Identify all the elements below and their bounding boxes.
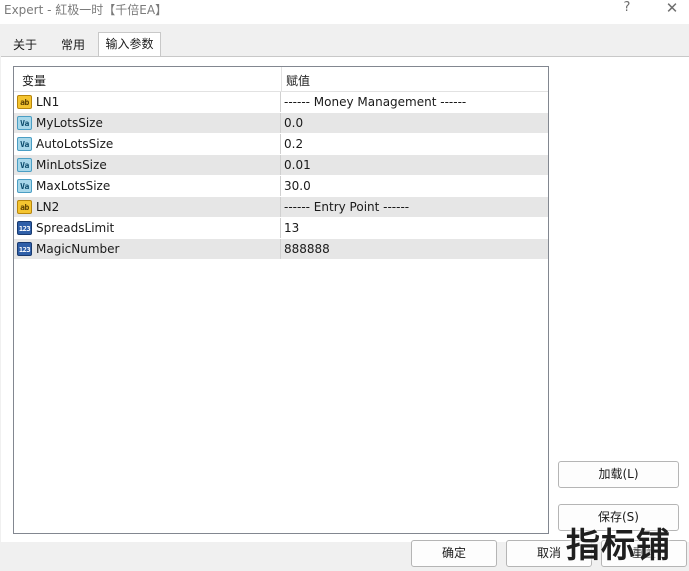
value-cell[interactable]: 0.2 xyxy=(282,134,548,154)
parameters-table: 变量 赋值 ab LN1 ------ Money Management -----… xyxy=(13,66,549,534)
string-icon: ab xyxy=(17,95,32,109)
variable-name: MinLotsSize xyxy=(36,158,107,172)
help-button[interactable]: ? xyxy=(615,0,639,18)
close-button[interactable]: ✕ xyxy=(660,0,684,18)
value-cell[interactable]: 888888 xyxy=(282,239,548,259)
variable-cell[interactable]: Va MyLotsSize xyxy=(14,113,281,133)
string-icon: ab xyxy=(17,200,32,214)
value-cell[interactable]: 0.01 xyxy=(282,155,548,175)
variable-name: MagicNumber xyxy=(36,242,120,256)
tab-common[interactable]: 常用 xyxy=(48,35,98,55)
variable-value[interactable]: ------ Money Management ------ xyxy=(284,95,466,109)
table-header: 变量 赋值 xyxy=(14,67,548,92)
variable-value[interactable]: 0.2 xyxy=(284,137,303,151)
value-cell[interactable]: 30.0 xyxy=(282,176,548,196)
watermark-logo: 指标铺 xyxy=(566,526,671,566)
double-icon: Va xyxy=(17,179,32,193)
integer-icon: 123 xyxy=(17,221,32,235)
table-row[interactable]: Va MinLotsSize 0.01 xyxy=(14,155,548,176)
double-icon: Va xyxy=(17,158,32,172)
tab-inputs[interactable]: 输入参数 xyxy=(98,32,161,57)
variable-name: LN1 xyxy=(36,95,60,109)
title-bar: Expert - 紅极一时【千倍EA】 ? ✕ xyxy=(0,0,689,24)
variable-cell[interactable]: ab LN1 xyxy=(14,92,281,112)
variable-cell[interactable]: Va MinLotsSize xyxy=(14,155,281,175)
variable-cell[interactable]: Va AutoLotsSize xyxy=(14,134,281,154)
table-row[interactable]: ab LN2 ------ Entry Point ------ xyxy=(14,197,548,218)
variable-value[interactable]: 13 xyxy=(284,221,299,235)
tab-bar: 关于 常用 输入参数 xyxy=(0,24,689,57)
variable-name: SpreadsLimit xyxy=(36,221,115,235)
variable-value[interactable]: 0.01 xyxy=(284,158,311,172)
window-title: Expert - 紅极一时【千倍EA】 xyxy=(4,3,168,17)
table-row[interactable]: Va MyLotsSize 0.0 xyxy=(14,113,548,134)
variable-name: MaxLotsSize xyxy=(36,179,111,193)
variable-cell[interactable]: Va MaxLotsSize xyxy=(14,176,281,196)
tab-about[interactable]: 关于 xyxy=(2,35,48,55)
value-cell[interactable]: ------ Entry Point ------ xyxy=(282,197,548,217)
variable-name: LN2 xyxy=(36,200,60,214)
table-row[interactable]: Va AutoLotsSize 0.2 xyxy=(14,134,548,155)
column-header-value[interactable]: 赋值 xyxy=(286,72,310,89)
value-cell[interactable]: 13 xyxy=(282,218,548,238)
variable-value[interactable]: 888888 xyxy=(284,242,330,256)
table-row[interactable]: 123 SpreadsLimit 13 xyxy=(14,218,548,239)
table-row[interactable]: 123 MagicNumber 888888 xyxy=(14,239,548,260)
table-row[interactable]: ab LN1 ------ Money Management ------ xyxy=(14,92,548,113)
column-header-variable[interactable]: 变量 xyxy=(22,72,46,89)
double-icon: Va xyxy=(17,116,32,130)
double-icon: Va xyxy=(17,137,32,151)
variable-value[interactable]: 0.0 xyxy=(284,116,303,130)
variable-value[interactable]: ------ Entry Point ------ xyxy=(284,200,409,214)
value-cell[interactable]: 0.0 xyxy=(282,113,548,133)
variable-cell[interactable]: 123 SpreadsLimit xyxy=(14,218,281,238)
variable-name: AutoLotsSize xyxy=(36,137,114,151)
value-cell[interactable]: ------ Money Management ------ xyxy=(282,92,548,112)
variable-value[interactable]: 30.0 xyxy=(284,179,311,193)
integer-icon: 123 xyxy=(17,242,32,256)
load-button[interactable]: 加载(L) xyxy=(558,461,679,488)
variable-name: MyLotsSize xyxy=(36,116,103,130)
variable-cell[interactable]: ab LN2 xyxy=(14,197,281,217)
variable-cell[interactable]: 123 MagicNumber xyxy=(14,239,281,259)
ok-button[interactable]: 确定 xyxy=(411,540,497,567)
table-row[interactable]: Va MaxLotsSize 30.0 xyxy=(14,176,548,197)
column-divider[interactable] xyxy=(281,67,282,92)
